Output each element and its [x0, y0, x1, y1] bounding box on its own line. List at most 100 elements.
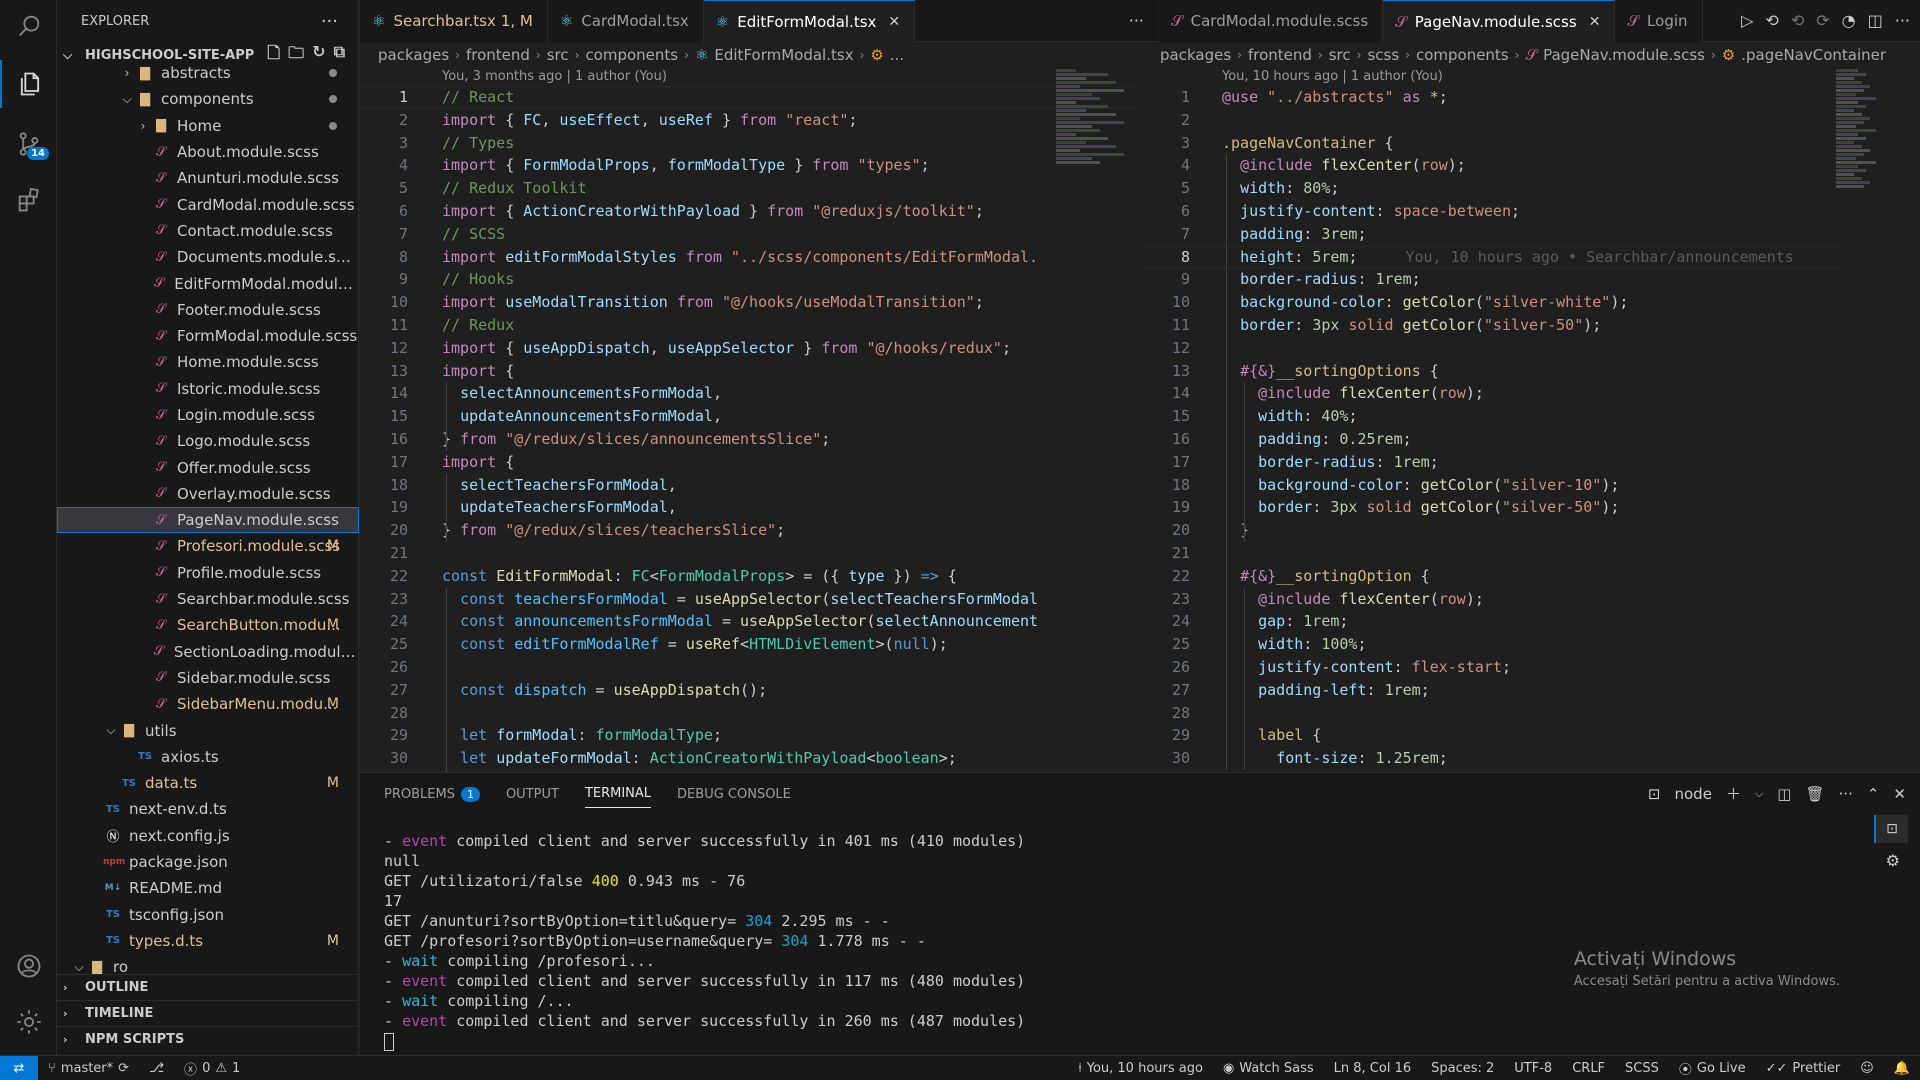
file-item[interactable]: TS data.ts M — [57, 770, 359, 796]
left-code-editor[interactable]: 1 2 3 4 5 6 7 8 9 10 11 12 13 14 15 16 17 18 19 20 21 22 23 24 2… — [360, 86, 1140, 772]
breadcrumb-item[interactable]: frontend — [466, 46, 530, 64]
language-mode[interactable]: SCSS — [1615, 1061, 1669, 1076]
breadcrumb-item[interactable]: EditFormModal.tsx — [714, 46, 853, 64]
go-live-button[interactable]: ⦿ Go Live — [1669, 1059, 1756, 1078]
close-icon[interactable]: ✕ — [1893, 785, 1906, 803]
right-code-editor[interactable]: 1 2 3 4 5 6 7 8 9 10 11 12 13 14 15 16 17 18 19 20 21 22 23 24 2… — [1142, 86, 1842, 772]
panel-tab[interactable]: OUTPUT — [506, 787, 559, 802]
file-item[interactable]: 𝒮 SearchButton.modu... M — [57, 612, 359, 638]
encoding[interactable]: UTF-8 — [1504, 1061, 1562, 1076]
feedback-icon[interactable]: ☺ — [1850, 1061, 1884, 1076]
watch-sass-button[interactable]: ◉ Watch Sass — [1213, 1061, 1324, 1076]
debug-terminal-icon[interactable]: ⚙ — [1886, 851, 1900, 870]
file-item[interactable]: TS types.d.ts M — [57, 928, 359, 954]
file-item[interactable]: 𝒮 Login.module.scss — [57, 402, 359, 428]
close-icon[interactable]: ✕ — [888, 14, 900, 30]
editor-tab[interactable]: ⚛ CardModal.tsx — [547, 0, 704, 42]
folder-item[interactable]: ⌵ ▇ utils — [57, 717, 359, 743]
source-control-icon[interactable]: 14 — [0, 120, 57, 168]
timeline-icon[interactable]: ◔ — [1842, 11, 1856, 30]
file-item[interactable]: 𝒮 SidebarMenu.modu... M — [57, 691, 359, 717]
file-item[interactable]: 𝒮 Overlay.module.scss — [57, 481, 359, 507]
file-item[interactable]: 𝒮 EditFormModal.module.s... — [57, 270, 359, 296]
more-actions-icon[interactable]: ··· — [1129, 11, 1144, 30]
file-item[interactable]: 𝒮 About.module.scss — [57, 139, 359, 165]
file-item[interactable]: TS tsconfig.json — [57, 902, 359, 928]
breadcrumb-item[interactable]: .pageNavContainer — [1741, 46, 1886, 64]
breadcrumb-item[interactable]: scss — [1367, 46, 1399, 64]
file-item[interactable]: 𝒮 Anunturi.module.scss — [57, 165, 359, 191]
branch-status[interactable]: ⑂ master* ⟳ — [38, 1061, 139, 1076]
search-icon[interactable] — [0, 2, 57, 50]
more-actions-icon[interactable]: ··· — [321, 11, 338, 32]
file-item[interactable]: 𝒮 SectionLoading.module.s... — [57, 639, 359, 665]
split-editor-icon[interactable]: ◫ — [1868, 11, 1883, 30]
file-item[interactable]: 𝒮 Offer.module.scss — [57, 454, 359, 480]
file-item[interactable]: 𝒮 PageNav.module.scss — [57, 507, 359, 534]
file-item[interactable]: 𝒮 Contact.module.scss — [57, 218, 359, 244]
file-item[interactable]: TS next-env.d.ts — [57, 796, 359, 822]
end-of-line[interactable]: CRLF — [1562, 1061, 1615, 1076]
file-item[interactable]: 𝒮 Footer.module.scss — [57, 297, 359, 323]
section-outline[interactable]: › OUTLINE — [57, 974, 359, 1000]
folder-item[interactable]: ⌵ ▇ components — [57, 86, 359, 112]
split-terminal-icon[interactable]: ◫ — [1777, 785, 1791, 803]
editor-tab[interactable]: 𝒮 Login — [1615, 0, 1703, 42]
account-icon[interactable] — [0, 942, 57, 990]
remote-icon[interactable]: ⇄ — [0, 1055, 38, 1080]
editor-tab[interactable]: 𝒮 PageNav.module.scss ✕ — [1383, 0, 1616, 42]
section-timeline[interactable]: › TIMELINE — [57, 1000, 359, 1026]
previous-change-icon[interactable]: ⟲ — [1791, 11, 1804, 30]
breadcrumb-item[interactable]: src — [1329, 46, 1351, 64]
folder-item[interactable]: › ▇ Home — [57, 113, 359, 139]
trash-icon[interactable]: 🗑 — [1805, 785, 1824, 803]
file-item[interactable]: 𝒮 Profesori.module.scss M — [57, 533, 359, 559]
file-item[interactable]: 𝒮 Documents.module.scss — [57, 244, 359, 270]
codelens-blame[interactable]: You, 10 hours ago | 1 author (You) — [1222, 69, 1443, 84]
next-change-icon[interactable]: ⟳ — [1816, 11, 1829, 30]
panel-tab[interactable]: DEBUG CONSOLE — [677, 787, 791, 802]
file-item[interactable]: 𝒮 Sidebar.module.scss — [57, 665, 359, 691]
indentation[interactable]: Spaces: 2 — [1421, 1061, 1504, 1076]
file-item[interactable]: 𝒮 CardModal.module.scss — [57, 191, 359, 217]
files-icon[interactable] — [0, 60, 57, 108]
cursor-position[interactable]: Ln 8, Col 16 — [1324, 1061, 1421, 1076]
problems-status[interactable]: ⓧ 0 ⚠ 1 — [174, 1059, 250, 1078]
terminal-name[interactable]: node — [1675, 785, 1712, 803]
file-item[interactable]: 𝒮 Profile.module.scss — [57, 560, 359, 586]
file-item[interactable]: Ⓝnext.config.js — [57, 823, 359, 849]
more-actions-icon[interactable]: ··· — [1839, 785, 1853, 803]
terminal-instance-icon[interactable]: ⊡ — [1874, 815, 1908, 843]
file-item[interactable]: M↓ README.md — [57, 875, 359, 901]
file-item[interactable]: 𝒮 FormModal.module.scss — [57, 323, 359, 349]
file-item[interactable]: 𝒮 Home.module.scss — [57, 349, 359, 375]
codelens-blame[interactable]: You, 3 months ago | 1 author (You) — [442, 69, 667, 84]
file-item[interactable]: npm package.json — [57, 849, 359, 875]
file-item[interactable]: 𝒮 Istoric.module.scss — [57, 376, 359, 402]
section-npm-scripts[interactable]: › NPM SCRIPTS — [57, 1026, 359, 1052]
chevron-down-icon[interactable]: ⌵ — [1755, 787, 1763, 801]
close-icon[interactable]: ✕ — [1589, 14, 1601, 30]
run-icon[interactable]: ▷ — [1741, 11, 1753, 30]
prettier-button[interactable]: ✓✓ Prettier — [1756, 1061, 1851, 1076]
go-back-icon[interactable]: ⟲ — [1765, 11, 1778, 30]
breadcrumb-item[interactable]: packages — [1160, 46, 1231, 64]
breadcrumb-item[interactable]: src — [547, 46, 569, 64]
right-minimap[interactable] — [1836, 68, 1906, 189]
breadcrumb-item[interactable]: packages — [378, 46, 449, 64]
panel-tab[interactable]: TERMINAL — [584, 786, 652, 808]
gear-icon[interactable] — [0, 998, 57, 1046]
git-graph-icon[interactable]: ⎇ — [139, 1061, 174, 1076]
editor-tab[interactable]: ⚛ EditFormModal.tsx ✕ — [703, 0, 916, 42]
file-item[interactable]: TS axios.ts — [57, 744, 359, 770]
extensions-icon[interactable] — [0, 176, 57, 224]
file-item[interactable]: 𝒮 Searchbar.module.scss — [57, 586, 359, 612]
editor-tab[interactable]: ⚛ Searchbar.tsx 1, M — [360, 0, 548, 42]
blame-status[interactable]: ⍿ You, 10 hours ago — [1068, 1061, 1213, 1076]
file-item[interactable]: 𝒮 Logo.module.scss — [57, 428, 359, 454]
breadcrumb-item[interactable]: components — [1416, 46, 1509, 64]
editor-tab[interactable]: 𝒮 CardModal.module.scss — [1159, 0, 1384, 42]
breadcrumb-item[interactable]: components — [585, 46, 678, 64]
bell-icon[interactable]: 🔔 — [1884, 1061, 1920, 1076]
breadcrumb-item[interactable]: PageNav.module.scss — [1543, 46, 1705, 64]
